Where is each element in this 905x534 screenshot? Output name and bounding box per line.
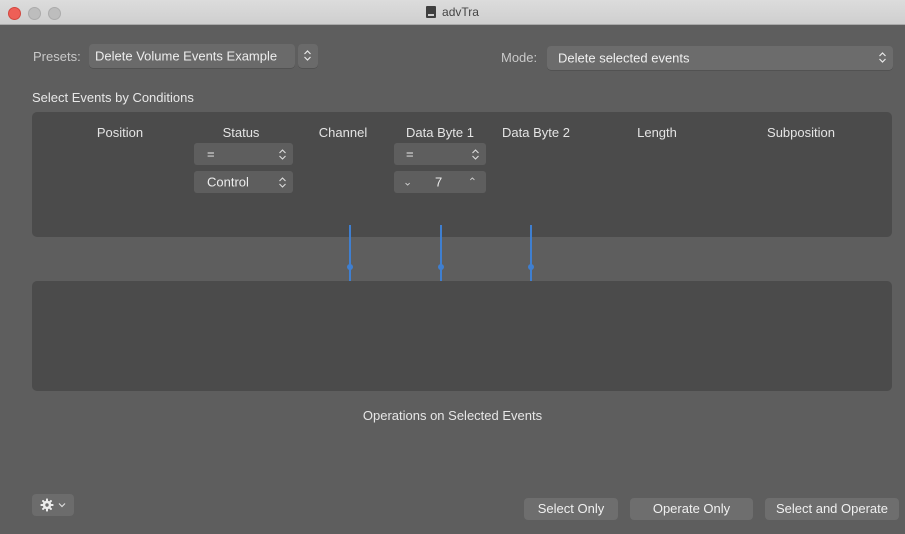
mode-label: Mode: xyxy=(501,50,538,65)
increment-chevron-icon[interactable]: ⌃ xyxy=(468,176,477,189)
presets-label: Presets: xyxy=(33,49,81,64)
column-header-data-byte-1: Data Byte 1 xyxy=(406,125,474,140)
mode-value: Delete selected events xyxy=(558,50,690,66)
up-down-chevron-icon xyxy=(304,50,311,61)
column-header-position: Position xyxy=(96,125,144,140)
splitter-dot-3[interactable] xyxy=(528,264,534,270)
conditions-section-title: Select Events by Conditions xyxy=(32,90,194,105)
column-header-data-byte-2: Data Byte 2 xyxy=(502,125,570,140)
presets-dropdown[interactable]: Delete Volume Events Example xyxy=(89,44,295,68)
presets-stepper[interactable] xyxy=(298,44,318,68)
mode-dropdown[interactable]: Delete selected events xyxy=(547,46,893,70)
chevron-down-icon xyxy=(58,503,66,508)
data-byte-1-value: 7 xyxy=(435,174,443,190)
document-icon xyxy=(426,6,437,18)
data-byte-1-operator-dropdown[interactable]: = xyxy=(394,143,486,165)
column-header-subposition: Subposition xyxy=(767,125,835,140)
up-down-chevron-icon xyxy=(879,52,886,63)
splitter-dot-2[interactable] xyxy=(438,264,444,270)
window: advTra Presets: Delete Volume Events Exa… xyxy=(0,0,905,534)
up-down-chevron-icon xyxy=(279,149,286,160)
select-only-button[interactable]: Select Only xyxy=(524,498,618,520)
status-operator-dropdown[interactable]: = xyxy=(194,143,293,165)
title-bar: advTra xyxy=(0,0,905,25)
select-and-operate-button[interactable]: Select and Operate xyxy=(765,498,899,520)
status-operator-value: = xyxy=(207,146,215,162)
data-byte-1-value-stepper[interactable]: ⌄ 7 ⌃ xyxy=(394,171,486,193)
gear-icon xyxy=(40,498,54,512)
column-header-channel: Channel xyxy=(318,125,368,140)
splitter-handle-3[interactable] xyxy=(530,225,532,287)
data-byte-1-operator-value: = xyxy=(406,146,414,162)
splitter-handle-2[interactable] xyxy=(440,225,442,287)
status-value: Control xyxy=(207,174,249,190)
settings-menu-button[interactable] xyxy=(32,494,74,516)
up-down-chevron-icon xyxy=(279,177,286,188)
window-title-text: advTra xyxy=(442,5,479,19)
column-header-status: Status xyxy=(222,125,260,140)
decrement-chevron-icon[interactable]: ⌄ xyxy=(403,176,412,189)
up-down-chevron-icon xyxy=(472,149,479,160)
window-title: advTra xyxy=(0,0,905,24)
splitter-handle-1[interactable] xyxy=(349,225,351,287)
operate-only-button[interactable]: Operate Only xyxy=(630,498,753,520)
status-value-dropdown[interactable]: Control xyxy=(194,171,293,193)
splitter-dot-1[interactable] xyxy=(347,264,353,270)
operations-section-title: Operations on Selected Events xyxy=(362,408,543,423)
operations-panel xyxy=(32,281,892,391)
presets-value: Delete Volume Events Example xyxy=(95,48,278,64)
column-header-length: Length xyxy=(637,125,677,140)
